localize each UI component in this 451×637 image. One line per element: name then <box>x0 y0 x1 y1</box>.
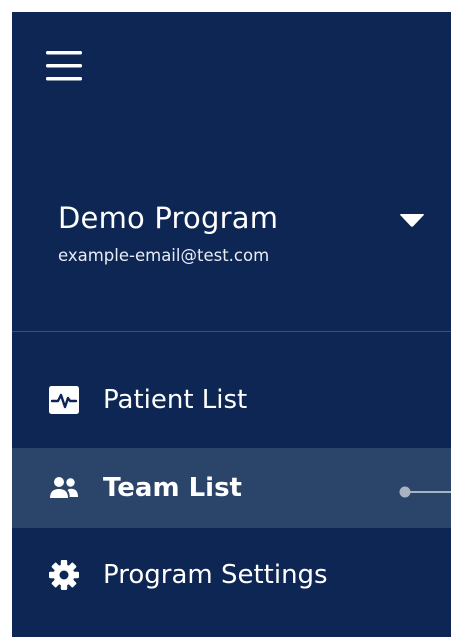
program-selector: Demo Program example-email@test.com <box>58 200 451 267</box>
gear-icon <box>47 558 81 592</box>
sidebar-divider <box>12 331 451 332</box>
sidebar-item-label: Patient List <box>103 385 248 415</box>
caret-down-icon <box>400 214 424 227</box>
hamburger-menu-button[interactable] <box>42 46 86 86</box>
activity-icon <box>47 383 81 417</box>
sidebar: Demo Program example-email@test.com Pati… <box>12 12 451 637</box>
program-name: Demo Program <box>58 201 279 235</box>
sidebar-item-label: Team List <box>103 473 242 503</box>
sidebar-item-patient-list[interactable]: Patient List <box>12 360 451 440</box>
program-dropdown-toggle[interactable] <box>396 206 428 232</box>
sidebar-item-team-list[interactable]: Team List <box>12 448 451 528</box>
sidebar-item-program-settings[interactable]: Program Settings <box>12 535 451 615</box>
hamburger-menu-icon <box>46 51 82 81</box>
active-indicator-connector <box>399 486 451 498</box>
user-email: example-email@test.com <box>58 246 270 265</box>
sidebar-item-label: Program Settings <box>103 560 328 590</box>
users-icon <box>47 471 81 505</box>
